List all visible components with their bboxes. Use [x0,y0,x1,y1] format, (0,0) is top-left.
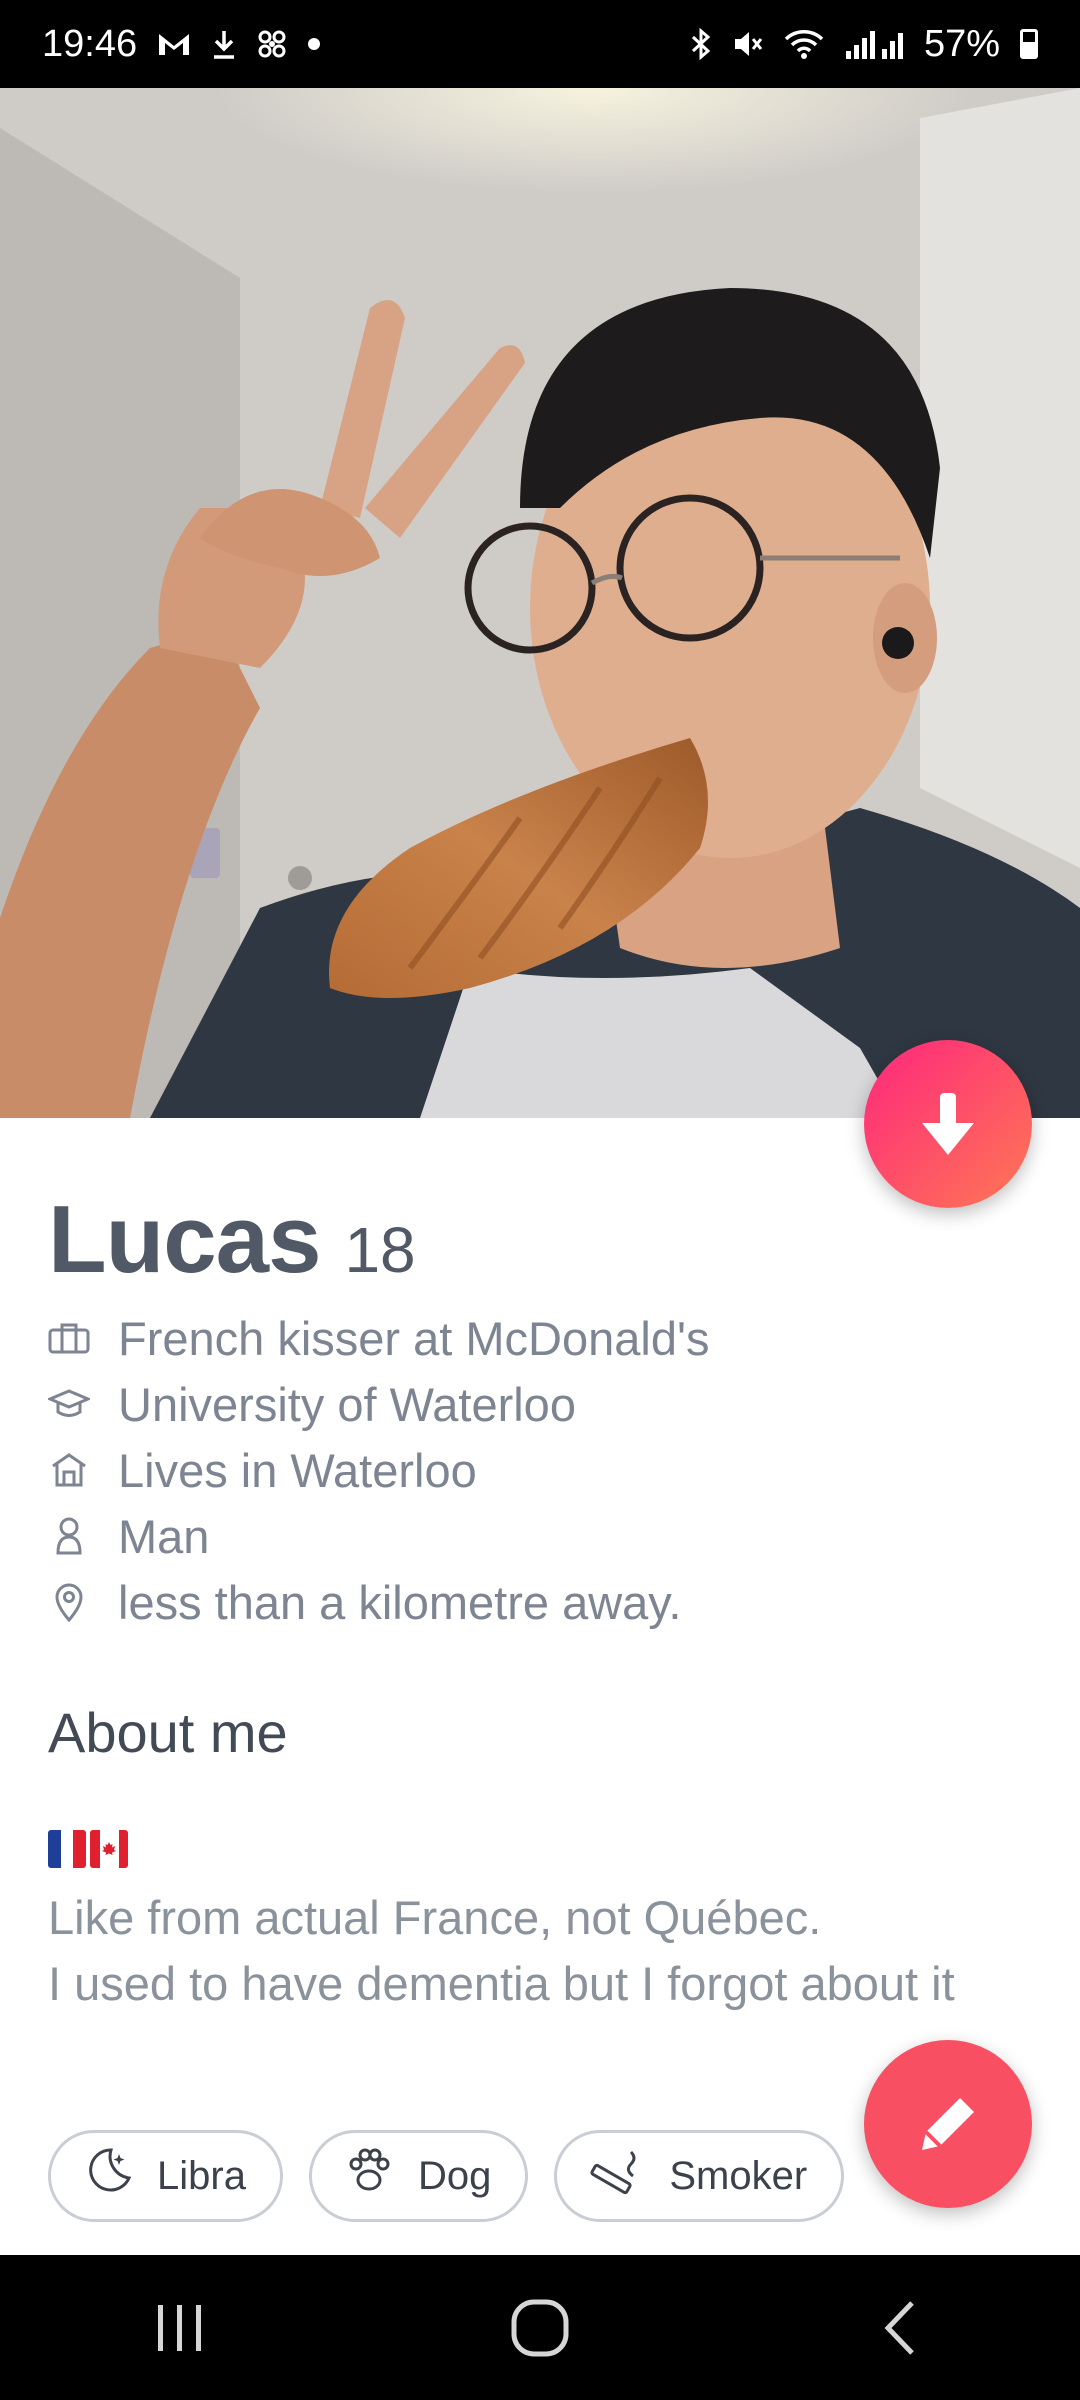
chip-libra-label: Libra [157,2153,246,2198]
wifi-icon [784,28,824,60]
distance-text: less than a kilometre away. [118,1575,682,1629]
bio-line-2: I used to have dementia but I forgot abo… [48,1957,955,2010]
paw-icon [342,2144,396,2208]
chip-libra[interactable]: Libra [48,2130,283,2222]
home-icon [48,1449,90,1491]
cigarette-icon [587,2144,647,2208]
moon-stars-icon [81,2144,135,2208]
back-button[interactable] [840,2278,960,2378]
fan-icon [257,29,287,59]
bio-flags [48,1830,128,1868]
clock: 19:46 [42,22,138,65]
battery-percent: 57% [923,22,1000,65]
interest-chips: Libra Dog Smoker [48,2130,845,2222]
signal-icon [844,29,904,59]
info-school: University of Waterloo [48,1371,709,1437]
system-nav-bar [0,2255,1080,2400]
bio-line-1: Like from actual France, not Québec. [48,1891,822,1944]
gender-text: Man [118,1509,210,1563]
edit-profile-button[interactable] [864,2040,1032,2208]
pencil-icon [922,2098,974,2150]
home-circle-icon [511,2299,569,2356]
person-icon [48,1515,90,1557]
canada-flag-icon [90,1830,128,1868]
back-chevron-icon [884,2300,914,2355]
download-icon [211,29,237,59]
bluetooth-icon [690,28,712,60]
lives-text: Lives in Waterloo [118,1443,477,1497]
bio-text: Like from actual France, not Québec. I u… [48,1885,1038,2017]
mute-icon [732,29,764,59]
info-lives: Lives in Waterloo [48,1437,709,1503]
collapse-profile-button[interactable] [864,1040,1032,1208]
chip-smoker-label: Smoker [669,2153,808,2198]
france-flag-icon [48,1830,86,1868]
profile-photo[interactable] [0,88,1080,1118]
recent-apps-icon [158,2304,201,2351]
info-job: French kisser at McDonald's [48,1305,709,1371]
recent-apps-button[interactable] [120,2278,240,2378]
dot-icon [307,37,321,51]
briefcase-icon [48,1317,90,1359]
info-gender: Man [48,1503,709,1569]
name-row: Lucas 18 [48,1185,416,1295]
about-me-heading: About me [48,1701,288,1764]
battery-icon [1020,29,1038,59]
arrow-down-icon [922,1093,974,1155]
gmail-icon [157,31,191,57]
profile-age: 18 [344,1214,416,1286]
home-button[interactable] [480,2278,600,2378]
chip-dog[interactable]: Dog [308,2130,529,2222]
info-distance: less than a kilometre away. [48,1569,709,1635]
job-text: French kisser at McDonald's [118,1311,710,1365]
school-text: University of Waterloo [118,1377,576,1431]
location-pin-icon [48,1581,90,1623]
chip-dog-label: Dog [417,2153,492,2198]
chip-smoker[interactable]: Smoker [554,2130,845,2222]
profile-name: Lucas [48,1186,321,1293]
profile-info-list: French kisser at McDonald's University o… [48,1305,709,1635]
graduation-cap-icon [48,1383,90,1425]
status-bar: 19:46 57% [0,0,1080,88]
